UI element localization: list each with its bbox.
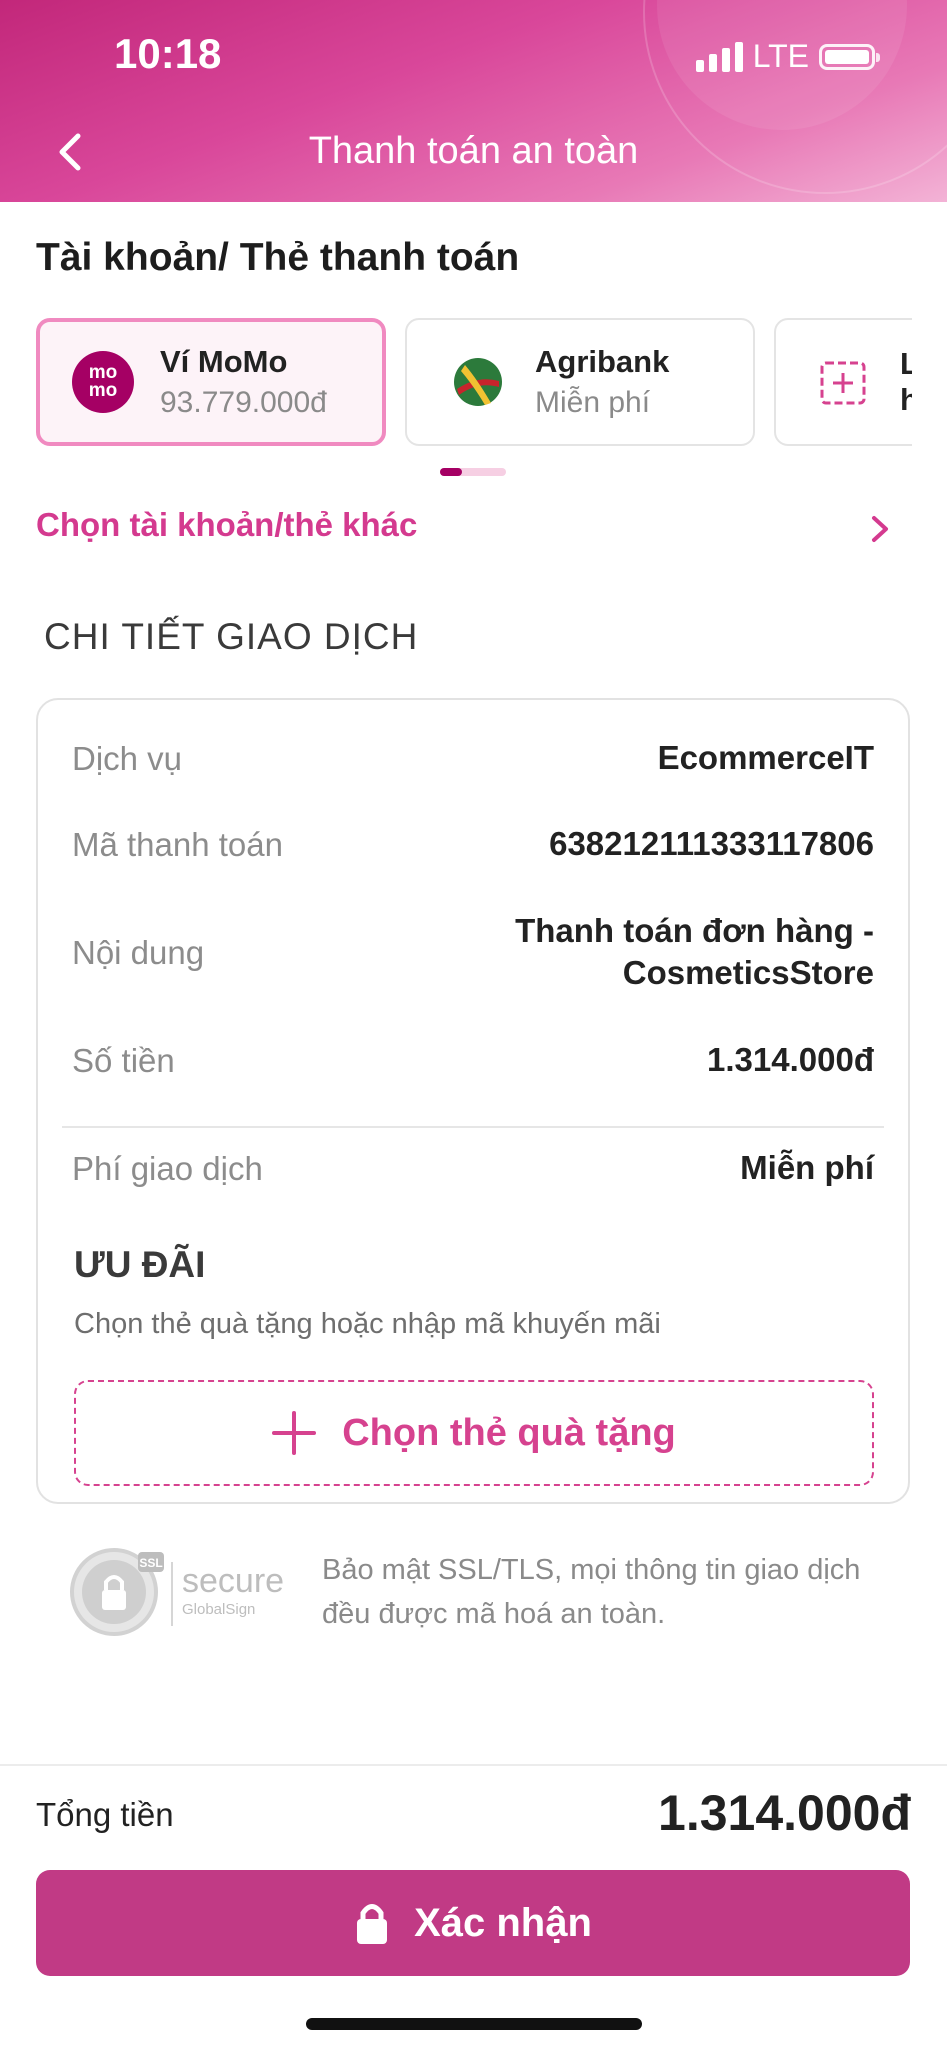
fee-label: Phí giao dịch [72,1150,263,1187]
account-name: Li [900,346,912,381]
header-bar: 10:18 LTE Thanh toán an toàn [0,0,947,202]
account-name: Ví MoMo [160,344,288,379]
account-name: Agribank [535,344,670,379]
lock-icon [357,1904,388,1944]
account-sub: h [900,382,912,417]
signal-icon [695,41,743,72]
status-indicators: LTE [695,38,880,75]
amount-label: Số tiền [72,1042,175,1079]
page-title: Thanh toán an toàn [308,130,639,172]
divider [62,1126,884,1128]
add-card-icon [820,361,866,405]
account-balance: 93.779.000đ [160,386,327,419]
fee-value: Miễn phí [740,1149,874,1186]
status-time: 10:18 [114,30,222,77]
home-indicator [306,2018,642,2030]
payment-code-label: Mã thanh toán [72,826,283,863]
account-card-link[interactable]: Li h [774,318,912,446]
service-label: Dịch vụ [72,740,183,777]
chevron-right-icon[interactable] [868,514,892,544]
promo-subtitle: Chọn thẻ quà tặng hoặc nhập mã khuyến mã… [74,1308,661,1340]
svg-text:SSL: SSL [139,1556,162,1570]
account-card-momo[interactable]: mo mo Ví MoMo 93.779.000đ [36,318,386,446]
carousel-pager [440,468,506,476]
svg-text:secure: secure [182,1562,284,1600]
confirm-button[interactable]: Xác nhận [36,1870,910,1976]
content-label: Nội dung [72,934,205,971]
security-note: Bảo mật SSL/TLS, mọi thông tin giao dịch… [322,1554,861,1630]
choose-other-account-link[interactable]: Chọn tài khoản/thẻ khác [36,506,417,544]
svg-text:GlobalSign: GlobalSign [182,1601,255,1618]
momo-logo-icon: mo mo [72,351,134,413]
transaction-details-title: CHI TIẾT GIAO DỊCH [44,616,419,657]
account-card-agribank[interactable]: Agribank Miễn phí [405,318,755,446]
payment-code-value: 638212111333117806 [549,825,874,862]
ssl-secure-badge-icon: SSL secure GlobalSign [70,1548,284,1636]
total-value: 1.314.000đ [658,1785,911,1841]
content-value: Thanh toán đơn hàng - CosmeticsStore [515,912,874,991]
account-carousel[interactable]: mo mo Ví MoMo 93.779.000đ Agribank Miễn p… [36,318,912,450]
plus-icon [272,1411,317,1455]
promo-title: ƯU ĐÃI [74,1244,206,1285]
confirm-button-label: Xác nhận [414,1900,592,1945]
account-fee: Miễn phí [535,386,651,419]
network-label: LTE [752,38,809,74]
choose-gift-card-button[interactable]: Chọn thẻ quà tặng [74,1380,874,1486]
divider [0,1764,947,1766]
amount-value: 1.314.000đ [707,1041,874,1078]
service-value: EcommerceIT [657,739,874,776]
gift-button-label: Chọn thẻ quà tặng [342,1411,676,1454]
total-label: Tổng tiền [36,1796,174,1833]
accounts-title: Tài khoản/ Thẻ thanh toán [36,236,520,279]
agribank-logo-icon [454,358,502,406]
battery-icon [819,43,880,70]
transaction-details-card: Dịch vụ EcommerceIT Mã thanh toán 638212… [36,698,910,1504]
